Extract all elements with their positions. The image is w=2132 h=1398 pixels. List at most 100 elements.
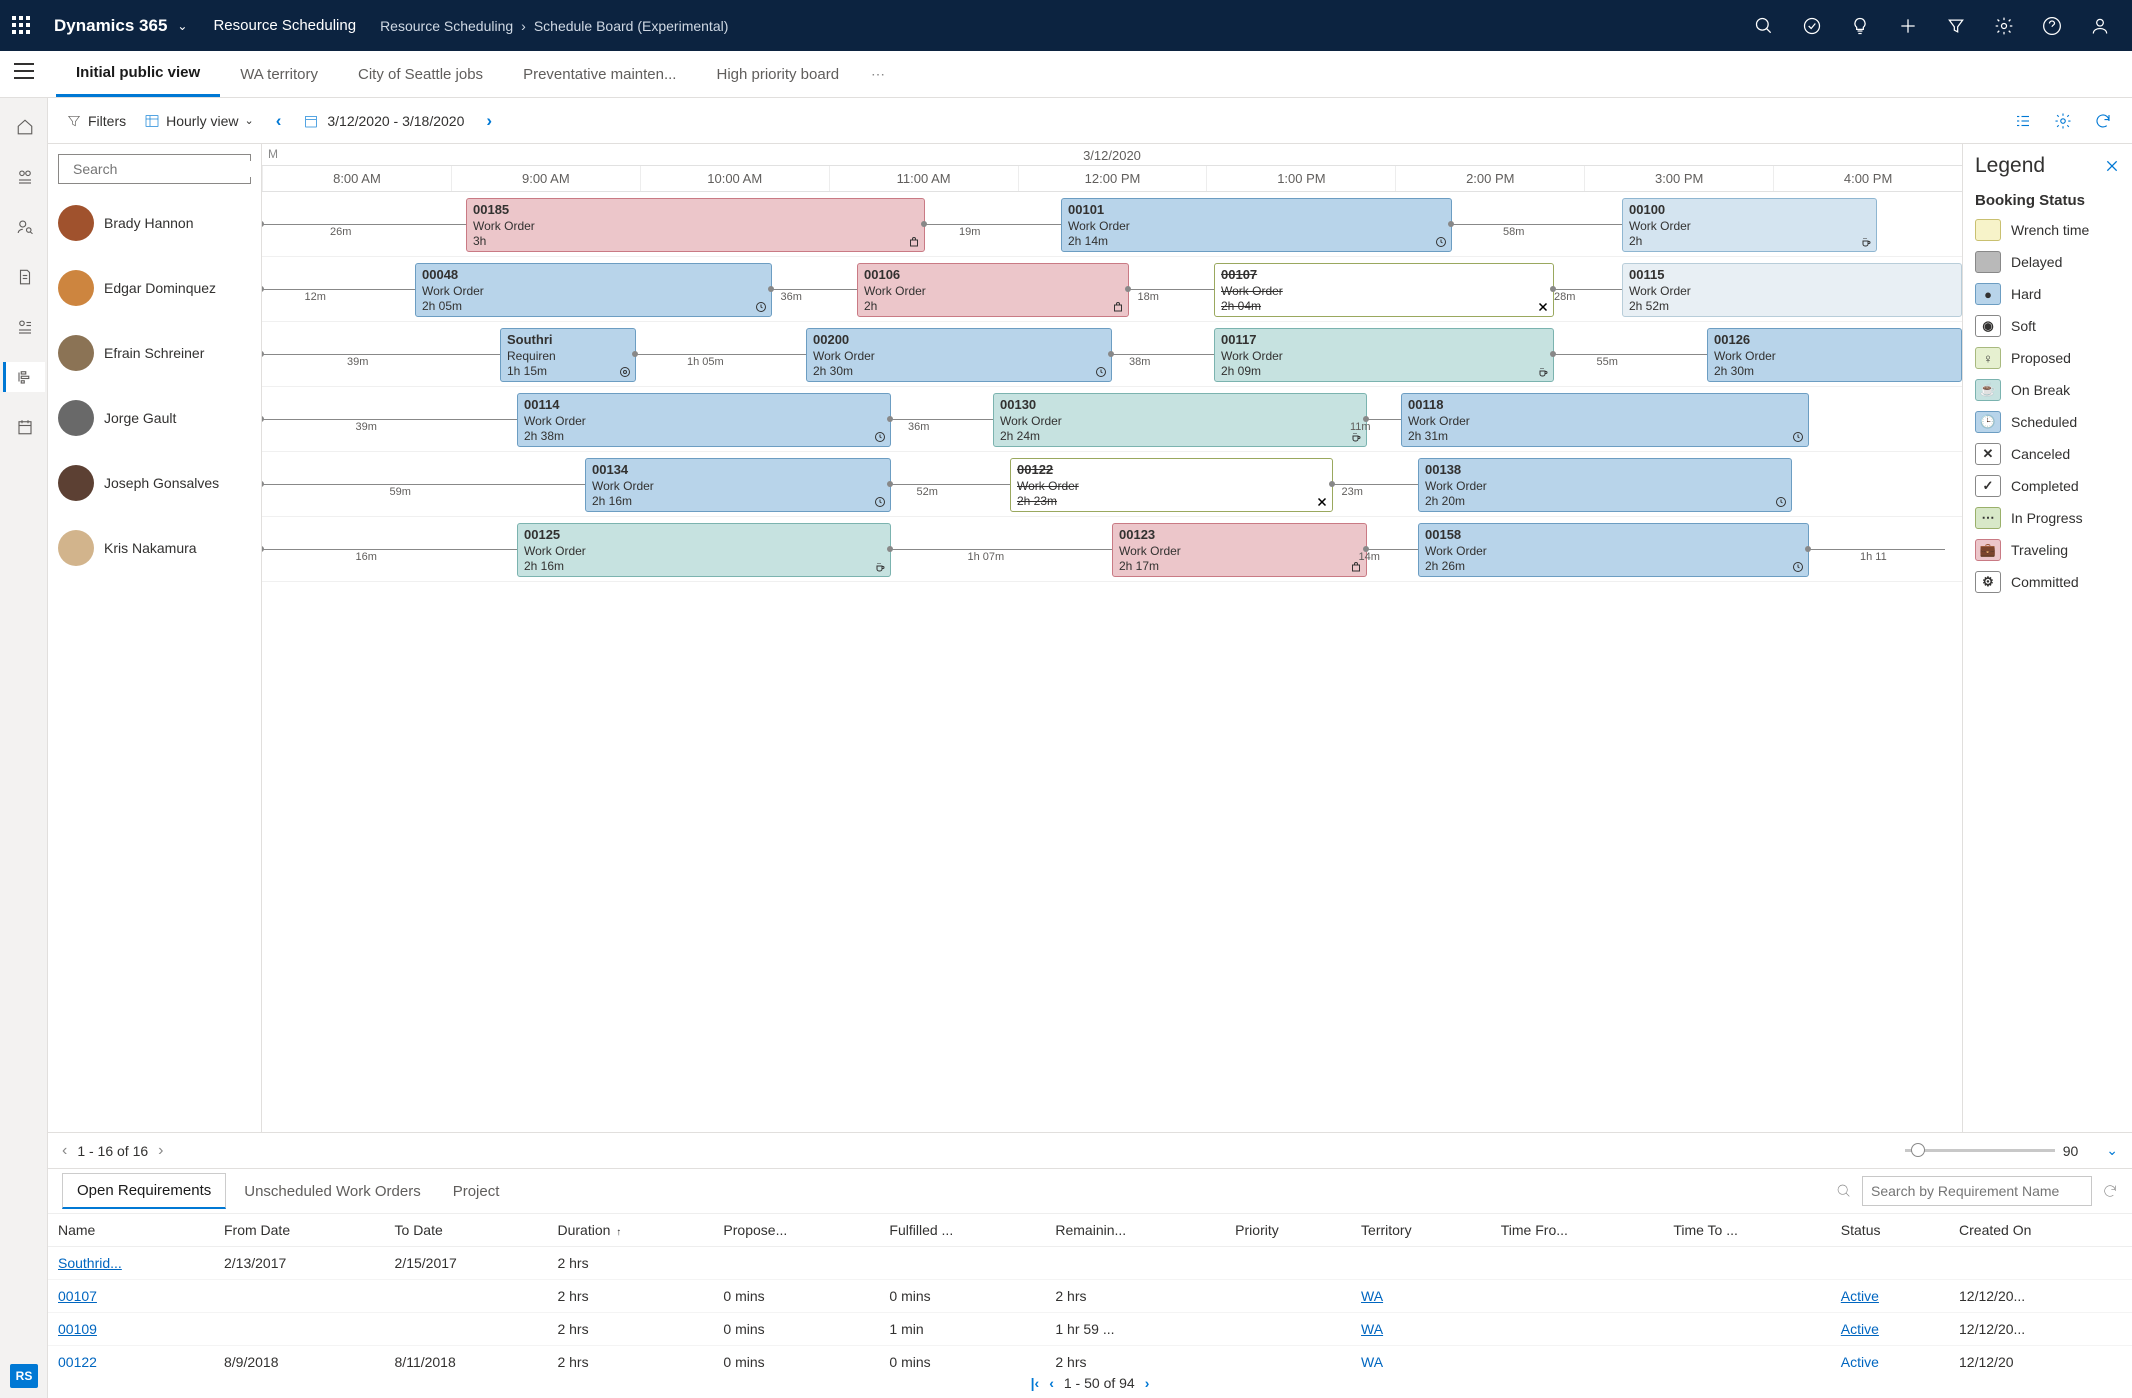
column-header[interactable]: Status <box>1831 1214 1949 1247</box>
grid-prev-page[interactable]: ‹ <box>1049 1375 1054 1391</box>
booking-card[interactable]: 00125Work Order2h 16m <box>517 523 891 577</box>
refresh-icon[interactable] <box>2094 112 2112 130</box>
status-link[interactable]: Active <box>1841 1321 1879 1337</box>
date-range-picker[interactable]: 3/12/2020 - 3/18/2020 <box>303 113 464 129</box>
person-icon[interactable] <box>2090 16 2110 36</box>
grid-next-page[interactable]: › <box>1145 1375 1150 1391</box>
list-view-icon[interactable] <box>2014 112 2032 130</box>
resource-row[interactable]: Brady Hannon <box>48 190 261 255</box>
grid-search-icon[interactable] <box>1836 1183 1852 1199</box>
sidebar-schedule-board[interactable] <box>3 362 45 392</box>
column-header[interactable]: Remainin... <box>1045 1214 1225 1247</box>
booking-card[interactable]: 00185Work Order3h <box>466 198 925 252</box>
requirement-link[interactable]: 00109 <box>58 1321 97 1337</box>
collapse-grid-icon[interactable]: ⌄ <box>2106 1142 2118 1159</box>
sidebar-people-list[interactable] <box>3 162 45 192</box>
booking-card[interactable]: 00126Work Order2h 30m <box>1707 328 1962 382</box>
tab-initial-public-view[interactable]: Initial public view <box>56 51 220 97</box>
app-launcher-icon[interactable] <box>12 16 32 36</box>
status-link[interactable]: Active <box>1841 1288 1879 1304</box>
booking-card[interactable]: 00118Work Order2h 31m <box>1401 393 1809 447</box>
lanes-container[interactable]: 26m00185Work Order3h19m00101Work Order2h… <box>262 192 1962 1132</box>
grid-search-input[interactable] <box>1862 1176 2092 1206</box>
sidebar-calendar[interactable] <box>3 412 45 442</box>
column-header[interactable]: Duration ↑ <box>547 1214 713 1247</box>
booking-card[interactable]: 00106Work Order2h <box>857 263 1129 317</box>
grid-tab-open-requirements[interactable]: Open Requirements <box>62 1173 226 1209</box>
grid-tab-unscheduled[interactable]: Unscheduled Work Orders <box>230 1175 434 1208</box>
territory-link[interactable]: WA <box>1361 1354 1383 1368</box>
next-period-button[interactable]: › <box>476 111 502 131</box>
help-icon[interactable] <box>2042 16 2062 36</box>
resource-lane[interactable]: 39m00114Work Order2h 38m36m00130Work Ord… <box>262 387 1962 452</box>
close-icon[interactable] <box>2104 158 2120 174</box>
sidebar-home[interactable] <box>3 112 45 142</box>
booking-card[interactable]: 00122Work Order2h 23m <box>1010 458 1333 512</box>
column-header[interactable]: From Date <box>214 1214 385 1247</box>
column-header[interactable]: Priority <box>1225 1214 1351 1247</box>
lightbulb-icon[interactable] <box>1850 16 1870 36</box>
tab-preventative[interactable]: Preventative mainten... <box>503 51 696 97</box>
booking-card[interactable]: 00200Work Order2h 30m <box>806 328 1112 382</box>
booking-card[interactable]: 00123Work Order2h 17m <box>1112 523 1367 577</box>
resource-lane[interactable]: 39mSouthriRequiren1h 15m1h 05m00200Work … <box>262 322 1962 387</box>
booking-card[interactable]: 00130Work Order2h 24m <box>993 393 1367 447</box>
booking-card[interactable]: 00134Work Order2h 16m <box>585 458 891 512</box>
task-icon[interactable] <box>1802 16 1822 36</box>
table-row[interactable]: 001228/9/20188/11/20182 hrs0 mins0 mins2… <box>48 1346 2132 1369</box>
breadcrumb-item[interactable]: Resource Scheduling <box>380 18 513 34</box>
requirement-link[interactable]: 00107 <box>58 1288 97 1304</box>
resource-lane[interactable]: 26m00185Work Order3h19m00101Work Order2h… <box>262 192 1962 257</box>
resource-search[interactable] <box>58 154 251 184</box>
menu-toggle-icon[interactable] <box>14 63 34 79</box>
table-row[interactable]: 001072 hrs0 mins0 mins2 hrsWAActive12/12… <box>48 1280 2132 1313</box>
view-mode-dropdown[interactable]: Hourly view ⌄ <box>144 113 254 129</box>
filter-icon[interactable] <box>1946 16 1966 36</box>
resource-row[interactable]: Kris Nakamura <box>48 515 261 580</box>
booking-card[interactable]: 00100Work Order2h <box>1622 198 1877 252</box>
column-header[interactable]: Time Fro... <box>1491 1214 1664 1247</box>
column-header[interactable]: To Date <box>385 1214 548 1247</box>
booking-card[interactable]: 00117Work Order2h 09m <box>1214 328 1554 382</box>
sidebar-document[interactable] <box>3 262 45 292</box>
resource-lane[interactable]: 59m00134Work Order2h 16m52m00122Work Ord… <box>262 452 1962 517</box>
territory-link[interactable]: WA <box>1361 1288 1383 1304</box>
booking-card[interactable]: 00114Work Order2h 38m <box>517 393 891 447</box>
gear-icon[interactable] <box>1994 16 2014 36</box>
requirement-link[interactable]: 00122 <box>58 1354 97 1368</box>
table-row[interactable]: 001092 hrs0 mins1 min1 hr 59 ...WAActive… <box>48 1313 2132 1346</box>
booking-card[interactable]: 00115Work Order2h 52m <box>1622 263 1962 317</box>
column-header[interactable]: Territory <box>1351 1214 1491 1247</box>
resource-lane[interactable]: 16m00125Work Order2h 16m1h 07m00123Work … <box>262 517 1962 582</box>
brand-chevron-icon[interactable]: ⌄ <box>177 19 187 33</box>
booking-card[interactable]: 00101Work Order2h 14m <box>1061 198 1452 252</box>
sidebar-people-search[interactable] <box>3 212 45 242</box>
breadcrumb-item[interactable]: Schedule Board (Experimental) <box>534 18 729 34</box>
territory-link[interactable]: WA <box>1361 1321 1383 1337</box>
sidebar-assignments[interactable] <box>3 312 45 342</box>
settings-icon[interactable] <box>2054 112 2072 130</box>
plus-icon[interactable] <box>1898 16 1918 36</box>
booking-card[interactable]: 00048Work Order2h 05m <box>415 263 772 317</box>
resource-row[interactable]: Joseph Gonsalves <box>48 450 261 515</box>
prev-period-button[interactable]: ‹ <box>266 111 292 131</box>
requirement-link[interactable]: Southrid... <box>58 1255 122 1271</box>
more-tabs-icon[interactable]: ⋯ <box>859 66 897 83</box>
booking-card[interactable]: 00138Work Order2h 20m <box>1418 458 1792 512</box>
status-link[interactable]: Active <box>1841 1354 1879 1368</box>
pager-next[interactable]: › <box>158 1142 163 1160</box>
booking-card[interactable]: SouthriRequiren1h 15m <box>500 328 636 382</box>
filters-button[interactable]: Filters <box>60 109 132 133</box>
grid-first-page[interactable]: |‹ <box>1031 1375 1040 1391</box>
resource-row[interactable]: Edgar Dominquez <box>48 255 261 320</box>
grid-tab-project[interactable]: Project <box>439 1175 514 1208</box>
zoom-slider[interactable]: 90 <box>1905 1143 2079 1159</box>
pager-prev[interactable]: ‹ <box>62 1142 67 1160</box>
column-header[interactable]: Fulfilled ... <box>879 1214 1045 1247</box>
tab-wa-territory[interactable]: WA territory <box>220 51 338 97</box>
table-row[interactable]: Southrid...2/13/20172/15/20172 hrs <box>48 1247 2132 1280</box>
tab-high-priority[interactable]: High priority board <box>696 51 859 97</box>
resource-search-input[interactable] <box>73 161 254 177</box>
column-header[interactable]: Propose... <box>713 1214 879 1247</box>
booking-card[interactable]: 00107Work Order2h 04m <box>1214 263 1554 317</box>
